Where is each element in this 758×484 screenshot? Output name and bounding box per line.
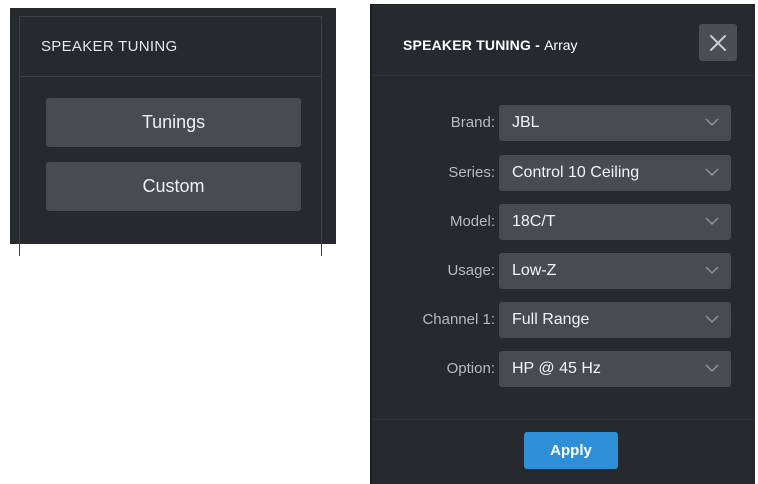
usage-label: Usage: bbox=[447, 262, 495, 279]
footer-divider bbox=[372, 419, 755, 420]
dialog-title-sub: Array bbox=[544, 37, 578, 53]
dialog-title: SPEAKER TUNING - Array bbox=[403, 37, 578, 53]
usage-select[interactable]: Low-Z bbox=[499, 253, 731, 289]
chevron-down-icon bbox=[705, 266, 719, 275]
brand-row: Brand: JBL bbox=[372, 105, 755, 141]
speaker-tuning-panel: SPEAKER TUNING Tunings Custom bbox=[10, 8, 336, 256]
channel-1-value: Full Range bbox=[512, 311, 590, 328]
panel-divider bbox=[20, 76, 321, 77]
apply-button[interactable]: Apply bbox=[524, 432, 618, 469]
model-select[interactable]: 18C/T bbox=[499, 204, 731, 240]
model-value: 18C/T bbox=[512, 213, 556, 230]
series-label: Series: bbox=[448, 164, 495, 181]
usage-row: Usage: Low-Z bbox=[372, 253, 755, 289]
option-row: Option: HP @ 45 Hz bbox=[372, 351, 755, 387]
brand-select[interactable]: JBL bbox=[499, 105, 731, 141]
model-label: Model: bbox=[449, 213, 495, 230]
channel-1-select[interactable]: Full Range bbox=[499, 302, 731, 338]
option-label: Option: bbox=[446, 360, 495, 377]
brand-value: JBL bbox=[512, 114, 540, 131]
usage-value: Low-Z bbox=[512, 262, 557, 279]
close-button[interactable] bbox=[699, 24, 737, 61]
close-icon bbox=[710, 34, 726, 51]
channel-1-row: Channel 1: Full Range bbox=[372, 302, 755, 338]
panel-title: SPEAKER TUNING bbox=[41, 38, 178, 55]
model-row: Model: 18C/T bbox=[372, 204, 755, 240]
chevron-down-icon bbox=[705, 168, 719, 177]
speaker-tuning-dialog: SPEAKER TUNING - Array Brand: JBL Series… bbox=[370, 4, 755, 484]
chevron-down-icon bbox=[705, 217, 719, 226]
series-value: Control 10 Ceiling bbox=[512, 164, 640, 181]
chevron-down-icon bbox=[705, 315, 719, 324]
series-row: Series: Control 10 Ceiling bbox=[372, 155, 755, 191]
tunings-button[interactable]: Tunings bbox=[46, 98, 301, 147]
header-divider bbox=[372, 75, 755, 76]
dialog-title-main: SPEAKER TUNING - bbox=[403, 37, 545, 53]
option-select[interactable]: HP @ 45 Hz bbox=[499, 351, 731, 387]
custom-button[interactable]: Custom bbox=[46, 162, 301, 211]
brand-label: Brand: bbox=[450, 114, 495, 131]
option-value: HP @ 45 Hz bbox=[512, 360, 601, 377]
chevron-down-icon bbox=[705, 118, 719, 127]
series-select[interactable]: Control 10 Ceiling bbox=[499, 155, 731, 191]
channel-1-label: Channel 1: bbox=[422, 311, 495, 328]
chevron-down-icon bbox=[705, 364, 719, 373]
